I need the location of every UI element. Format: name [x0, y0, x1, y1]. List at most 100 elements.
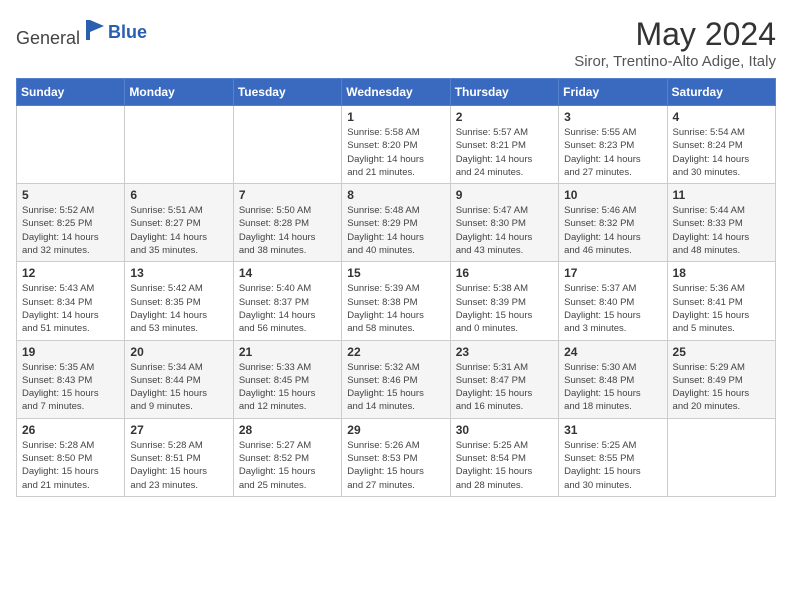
page-header: General Blue May 2024 Siror, Trentino-Al…	[16, 16, 776, 70]
calendar-cell: 7Sunrise: 5:50 AM Sunset: 8:28 PM Daylig…	[233, 184, 341, 262]
day-info: Sunrise: 5:31 AM Sunset: 8:47 PM Dayligh…	[456, 361, 553, 414]
calendar-cell	[125, 106, 233, 184]
calendar-cell: 4Sunrise: 5:54 AM Sunset: 8:24 PM Daylig…	[667, 106, 775, 184]
logo: General Blue	[16, 16, 147, 49]
day-info: Sunrise: 5:39 AM Sunset: 8:38 PM Dayligh…	[347, 282, 444, 335]
day-number: 31	[564, 423, 661, 437]
logo-flag-icon	[82, 16, 110, 44]
calendar-title: May 2024	[574, 16, 776, 53]
day-info: Sunrise: 5:33 AM Sunset: 8:45 PM Dayligh…	[239, 361, 336, 414]
calendar-cell: 21Sunrise: 5:33 AM Sunset: 8:45 PM Dayli…	[233, 340, 341, 418]
day-info: Sunrise: 5:51 AM Sunset: 8:27 PM Dayligh…	[130, 204, 227, 257]
calendar-cell: 27 Sunrise: 5:28 AM Sunset: 8:51 PM Dayli…	[125, 418, 233, 496]
day-number: 11	[673, 188, 770, 202]
day-number: 12	[22, 266, 119, 280]
day-info: Sunrise: 5:44 AM Sunset: 8:33 PM Dayligh…	[673, 204, 770, 257]
day-number: 15	[347, 266, 444, 280]
day-number: 17	[564, 266, 661, 280]
day-number: 8	[347, 188, 444, 202]
day-info: Sunrise: 5:47 AM Sunset: 8:30 PM Dayligh…	[456, 204, 553, 257]
day-info: Sunrise: 5:58 AM Sunset: 8:20 PM Dayligh…	[347, 126, 444, 179]
calendar-cell: 10 Sunrise: 5:46 AM Sunset: 8:32 PM Dayli…	[559, 184, 667, 262]
calendar-week-5: 26 Sunrise: 5:28 AM Sunset: 8:50 PM Dayli…	[17, 418, 776, 496]
calendar-cell: 17 Sunrise: 5:37 AM Sunset: 8:40 PM Dayli…	[559, 262, 667, 340]
weekday-header-monday: Monday	[125, 79, 233, 106]
day-number: 19	[22, 345, 119, 359]
day-info: Sunrise: 5:30 AM Sunset: 8:48 PM Dayligh…	[564, 361, 661, 414]
calendar-table: SundayMondayTuesdayWednesdayThursdayFrid…	[16, 78, 776, 497]
logo-text-general: General	[16, 28, 80, 48]
calendar-cell: 25Sunrise: 5:29 AM Sunset: 8:49 PM Dayli…	[667, 340, 775, 418]
day-info: Sunrise: 5:52 AM Sunset: 8:25 PM Dayligh…	[22, 204, 119, 257]
day-info: Sunrise: 5:28 AM Sunset: 8:51 PM Dayligh…	[130, 439, 227, 492]
calendar-cell: 1Sunrise: 5:58 AM Sunset: 8:20 PM Daylig…	[342, 106, 450, 184]
calendar-cell: 12 Sunrise: 5:43 AM Sunset: 8:34 PM Dayli…	[17, 262, 125, 340]
calendar-cell: 15 Sunrise: 5:39 AM Sunset: 8:38 PM Dayli…	[342, 262, 450, 340]
day-number: 7	[239, 188, 336, 202]
day-number: 2	[456, 110, 553, 124]
calendar-cell: 29Sunrise: 5:26 AM Sunset: 8:53 PM Dayli…	[342, 418, 450, 496]
day-info: Sunrise: 5:38 AM Sunset: 8:39 PM Dayligh…	[456, 282, 553, 335]
weekday-header-sunday: Sunday	[17, 79, 125, 106]
calendar-cell: 24 Sunrise: 5:30 AM Sunset: 8:48 PM Dayli…	[559, 340, 667, 418]
weekday-header-saturday: Saturday	[667, 79, 775, 106]
day-number: 29	[347, 423, 444, 437]
calendar-cell: 19 Sunrise: 5:35 AM Sunset: 8:43 PM Dayli…	[17, 340, 125, 418]
day-info: Sunrise: 5:34 AM Sunset: 8:44 PM Dayligh…	[130, 361, 227, 414]
calendar-cell: 23 Sunrise: 5:31 AM Sunset: 8:47 PM Dayli…	[450, 340, 558, 418]
day-info: Sunrise: 5:42 AM Sunset: 8:35 PM Dayligh…	[130, 282, 227, 335]
day-number: 4	[673, 110, 770, 124]
day-info: Sunrise: 5:35 AM Sunset: 8:43 PM Dayligh…	[22, 361, 119, 414]
calendar-week-1: 1Sunrise: 5:58 AM Sunset: 8:20 PM Daylig…	[17, 106, 776, 184]
calendar-cell: 9Sunrise: 5:47 AM Sunset: 8:30 PM Daylig…	[450, 184, 558, 262]
calendar-cell: 28 Sunrise: 5:27 AM Sunset: 8:52 PM Dayli…	[233, 418, 341, 496]
calendar-body: 1Sunrise: 5:58 AM Sunset: 8:20 PM Daylig…	[17, 106, 776, 497]
day-info: Sunrise: 5:43 AM Sunset: 8:34 PM Dayligh…	[22, 282, 119, 335]
calendar-cell: 5Sunrise: 5:52 AM Sunset: 8:25 PM Daylig…	[17, 184, 125, 262]
day-info: Sunrise: 5:25 AM Sunset: 8:55 PM Dayligh…	[564, 439, 661, 492]
logo-general-text: General	[16, 16, 110, 49]
day-number: 28	[239, 423, 336, 437]
day-number: 23	[456, 345, 553, 359]
weekday-header-tuesday: Tuesday	[233, 79, 341, 106]
calendar-cell: 31 Sunrise: 5:25 AM Sunset: 8:55 PM Dayli…	[559, 418, 667, 496]
day-info: Sunrise: 5:28 AM Sunset: 8:50 PM Dayligh…	[22, 439, 119, 492]
day-info: Sunrise: 5:37 AM Sunset: 8:40 PM Dayligh…	[564, 282, 661, 335]
day-number: 22	[347, 345, 444, 359]
day-number: 20	[130, 345, 227, 359]
calendar-cell: 30Sunrise: 5:25 AM Sunset: 8:54 PM Dayli…	[450, 418, 558, 496]
calendar-header: SundayMondayTuesdayWednesdayThursdayFrid…	[17, 79, 776, 106]
day-info: Sunrise: 5:29 AM Sunset: 8:49 PM Dayligh…	[673, 361, 770, 414]
day-number: 10	[564, 188, 661, 202]
day-info: Sunrise: 5:55 AM Sunset: 8:23 PM Dayligh…	[564, 126, 661, 179]
day-info: Sunrise: 5:57 AM Sunset: 8:21 PM Dayligh…	[456, 126, 553, 179]
day-number: 26	[22, 423, 119, 437]
calendar-cell: 18 Sunrise: 5:36 AM Sunset: 8:41 PM Dayli…	[667, 262, 775, 340]
calendar-cell: 14Sunrise: 5:40 AM Sunset: 8:37 PM Dayli…	[233, 262, 341, 340]
calendar-cell	[233, 106, 341, 184]
calendar-cell: 26 Sunrise: 5:28 AM Sunset: 8:50 PM Dayli…	[17, 418, 125, 496]
calendar-cell: 13 Sunrise: 5:42 AM Sunset: 8:35 PM Dayli…	[125, 262, 233, 340]
calendar-cell	[17, 106, 125, 184]
day-number: 16	[456, 266, 553, 280]
day-number: 24	[564, 345, 661, 359]
calendar-cell: 6 Sunrise: 5:51 AM Sunset: 8:27 PM Daylig…	[125, 184, 233, 262]
calendar-cell: 3 Sunrise: 5:55 AM Sunset: 8:23 PM Daylig…	[559, 106, 667, 184]
day-number: 13	[130, 266, 227, 280]
title-block: May 2024 Siror, Trentino-Alto Adige, Ita…	[574, 16, 776, 70]
day-info: Sunrise: 5:27 AM Sunset: 8:52 PM Dayligh…	[239, 439, 336, 492]
day-number: 3	[564, 110, 661, 124]
calendar-cell: 16 Sunrise: 5:38 AM Sunset: 8:39 PM Dayli…	[450, 262, 558, 340]
calendar-cell: 22Sunrise: 5:32 AM Sunset: 8:46 PM Dayli…	[342, 340, 450, 418]
day-number: 27	[130, 423, 227, 437]
calendar-cell: 2 Sunrise: 5:57 AM Sunset: 8:21 PM Daylig…	[450, 106, 558, 184]
day-number: 18	[673, 266, 770, 280]
weekday-row: SundayMondayTuesdayWednesdayThursdayFrid…	[17, 79, 776, 106]
day-number: 6	[130, 188, 227, 202]
calendar-week-2: 5Sunrise: 5:52 AM Sunset: 8:25 PM Daylig…	[17, 184, 776, 262]
day-info: Sunrise: 5:46 AM Sunset: 8:32 PM Dayligh…	[564, 204, 661, 257]
weekday-header-friday: Friday	[559, 79, 667, 106]
weekday-header-thursday: Thursday	[450, 79, 558, 106]
day-info: Sunrise: 5:36 AM Sunset: 8:41 PM Dayligh…	[673, 282, 770, 335]
logo-blue-text: Blue	[108, 22, 147, 43]
